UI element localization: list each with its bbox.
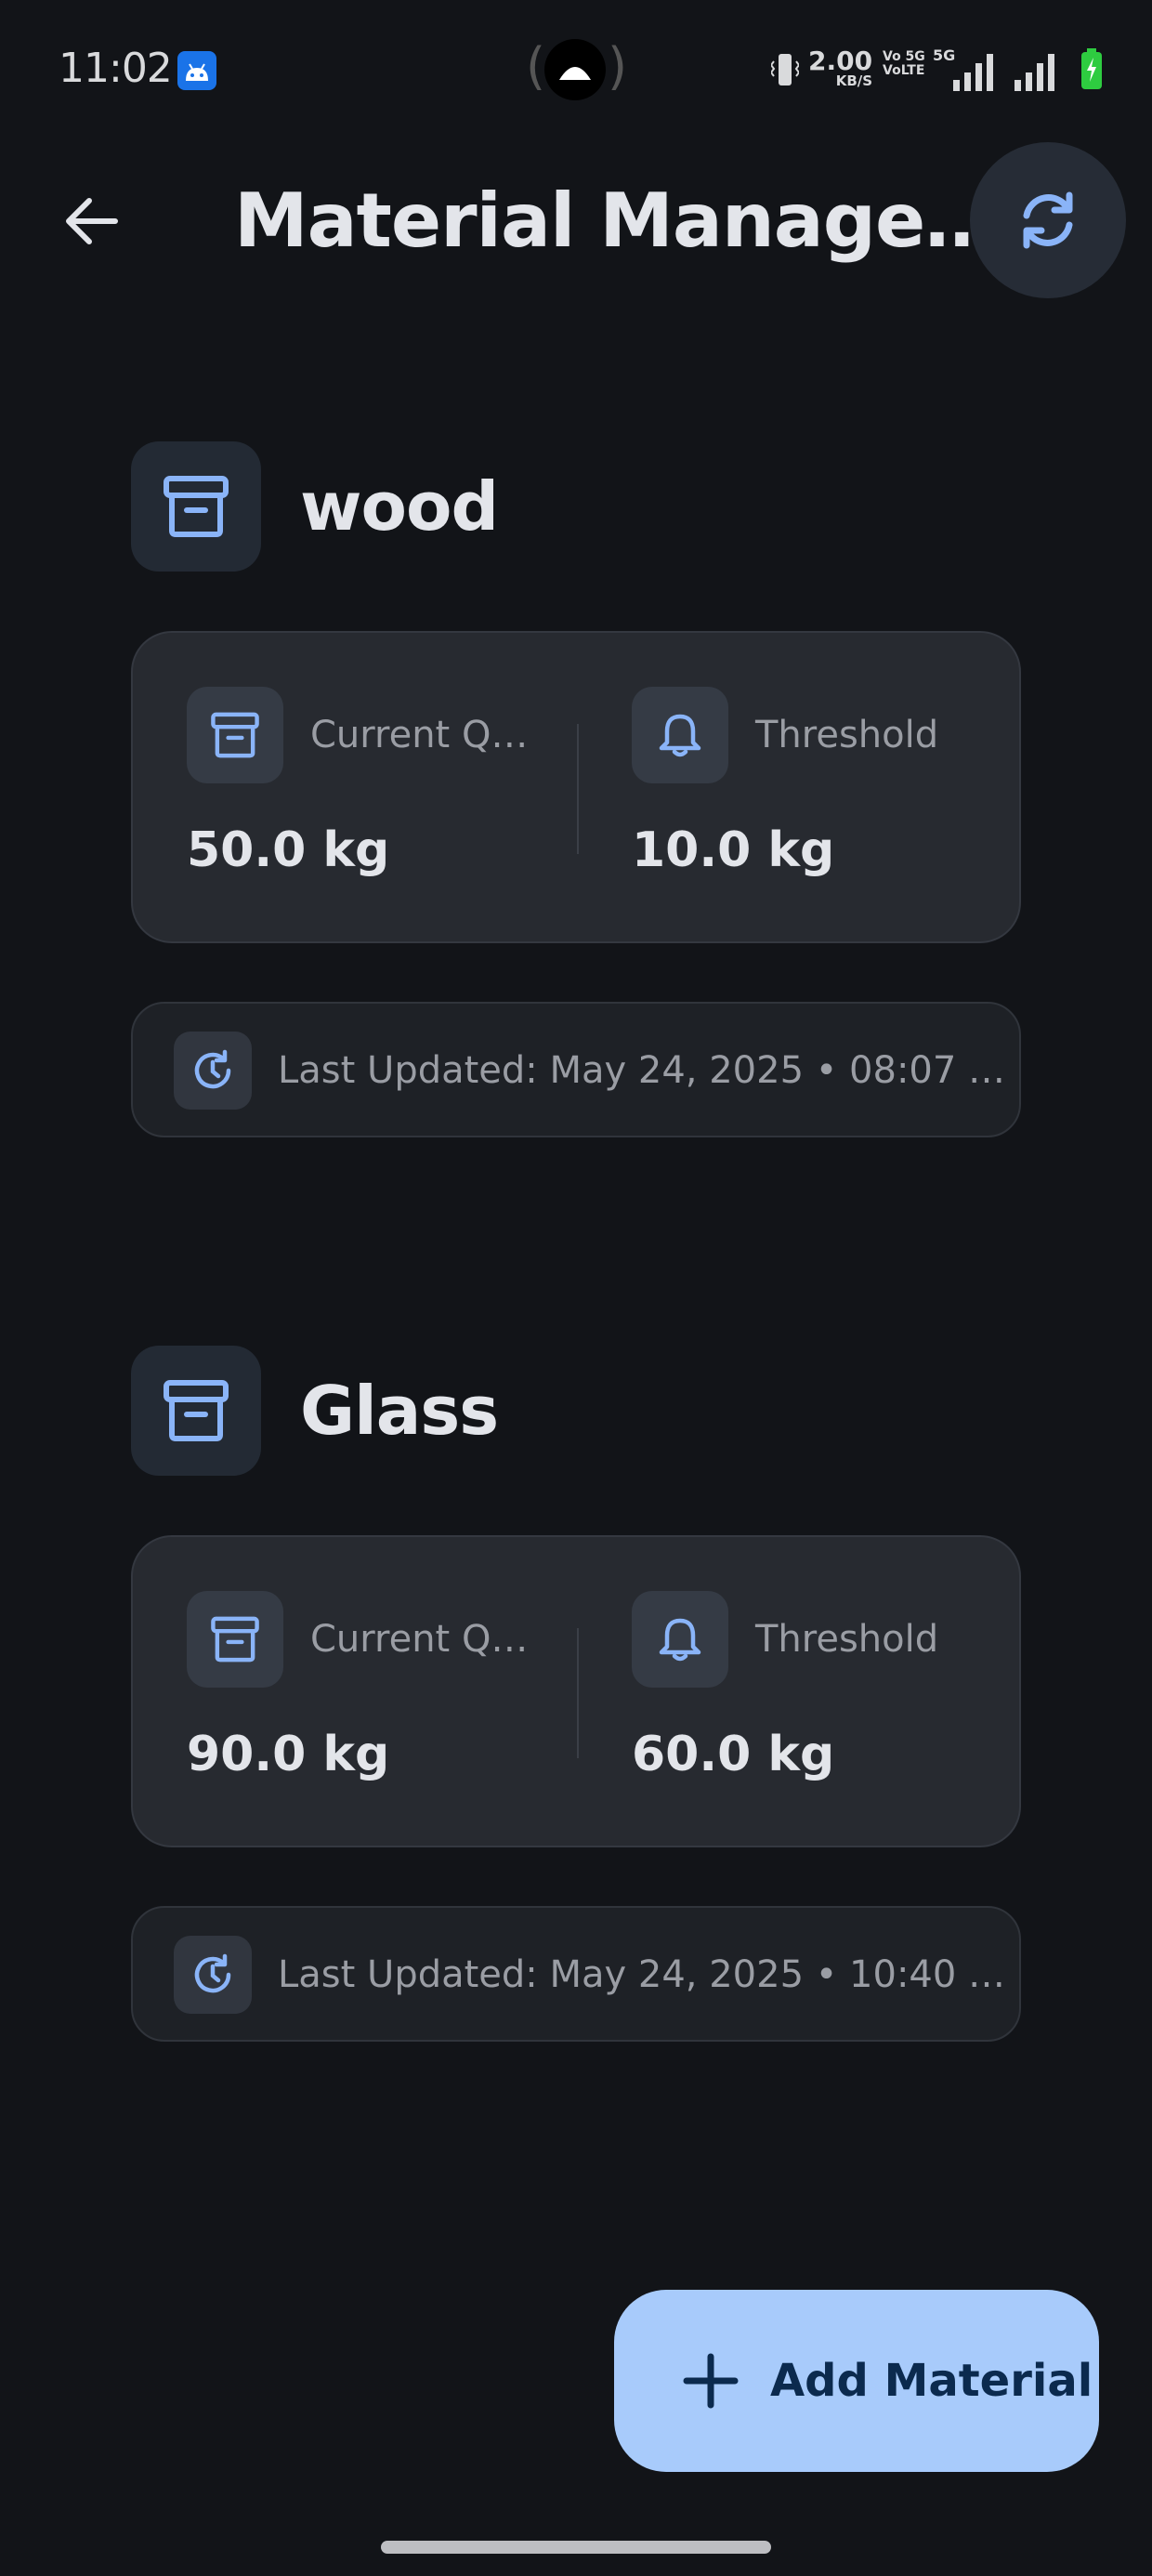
back-button[interactable] bbox=[45, 175, 137, 268]
page-title: Material Manage… bbox=[234, 177, 999, 264]
last-updated-bar: Last Updated: May 24, 2025 • 08:07 … bbox=[131, 1002, 1021, 1137]
net-speed: 2.00 KB/S bbox=[808, 46, 873, 89]
material-item[interactable]: wood Current Q… 50.0 kg Threshold 10.0 k… bbox=[131, 441, 1021, 1137]
history-icon bbox=[174, 1936, 252, 2014]
hotspot-icon: ( ) bbox=[526, 37, 627, 100]
archive-icon bbox=[131, 441, 261, 572]
current-quantity-value: 90.0 kg bbox=[187, 1727, 390, 1782]
current-quantity-value: 50.0 kg bbox=[187, 822, 390, 878]
threshold-label: Threshold bbox=[755, 714, 939, 756]
divider bbox=[577, 1628, 579, 1758]
current-quantity-stat: Current Q… 50.0 kg bbox=[187, 687, 577, 900]
material-name: Glass bbox=[300, 1372, 499, 1450]
archive-icon bbox=[187, 1591, 283, 1688]
add-material-label: Add Material bbox=[770, 2355, 1093, 2407]
material-header: wood bbox=[131, 441, 1021, 572]
stats-card: Current Q… 50.0 kg Threshold 10.0 kg bbox=[131, 631, 1021, 943]
material-item[interactable]: Glass Current Q… 90.0 kg Threshold 60.0 … bbox=[131, 1346, 1021, 2042]
threshold-value: 10.0 kg bbox=[632, 822, 835, 878]
network-type: 5G bbox=[933, 46, 956, 64]
last-updated-bar: Last Updated: May 24, 2025 • 10:40 … bbox=[131, 1906, 1021, 2042]
screen: 11:02 ( ) 2.00 KB/S Vo 5G VoLTE 5G Mater… bbox=[0, 0, 1152, 2576]
status-time: 11:02 bbox=[59, 45, 173, 92]
refresh-button[interactable] bbox=[970, 142, 1126, 298]
home-indicator[interactable] bbox=[381, 2541, 771, 2554]
current-quantity-stat: Current Q… 90.0 kg bbox=[187, 1591, 577, 1805]
material-header: Glass bbox=[131, 1346, 1021, 1476]
vibrate-icon bbox=[771, 54, 799, 85]
threshold-stat: Threshold 60.0 kg bbox=[632, 1591, 1022, 1805]
archive-icon bbox=[187, 687, 283, 783]
last-updated-text: Last Updated: May 24, 2025 • 10:40 … bbox=[278, 1953, 1006, 1996]
current-quantity-label: Current Q… bbox=[310, 1618, 529, 1661]
bell-icon bbox=[632, 687, 728, 783]
plus-icon bbox=[683, 2353, 739, 2409]
threshold-value: 60.0 kg bbox=[632, 1727, 835, 1782]
status-icons: 2.00 KB/S Vo 5G VoLTE 5G bbox=[734, 43, 1152, 99]
divider bbox=[577, 724, 579, 854]
volte-indicator: Vo 5G VoLTE bbox=[883, 49, 925, 79]
signal-icon bbox=[1015, 54, 1054, 91]
threshold-label: Threshold bbox=[755, 1618, 939, 1661]
android-app-icon bbox=[177, 51, 216, 90]
arrow-back-icon bbox=[66, 198, 118, 244]
signal-icon bbox=[953, 54, 993, 91]
material-name: wood bbox=[300, 467, 499, 545]
stats-card: Current Q… 90.0 kg Threshold 60.0 kg bbox=[131, 1535, 1021, 1847]
refresh-icon bbox=[1023, 191, 1073, 249]
bell-icon bbox=[632, 1591, 728, 1688]
archive-icon bbox=[131, 1346, 261, 1476]
battery-charging-icon bbox=[1081, 48, 1102, 89]
last-updated-text: Last Updated: May 24, 2025 • 08:07 … bbox=[278, 1049, 1006, 1092]
add-material-button[interactable]: Add Material bbox=[614, 2290, 1099, 2472]
status-bar: 11:02 ( ) 2.00 KB/S Vo 5G VoLTE 5G bbox=[0, 0, 1152, 139]
history-icon bbox=[174, 1032, 252, 1110]
current-quantity-label: Current Q… bbox=[310, 714, 529, 756]
threshold-stat: Threshold 10.0 kg bbox=[632, 687, 1022, 900]
